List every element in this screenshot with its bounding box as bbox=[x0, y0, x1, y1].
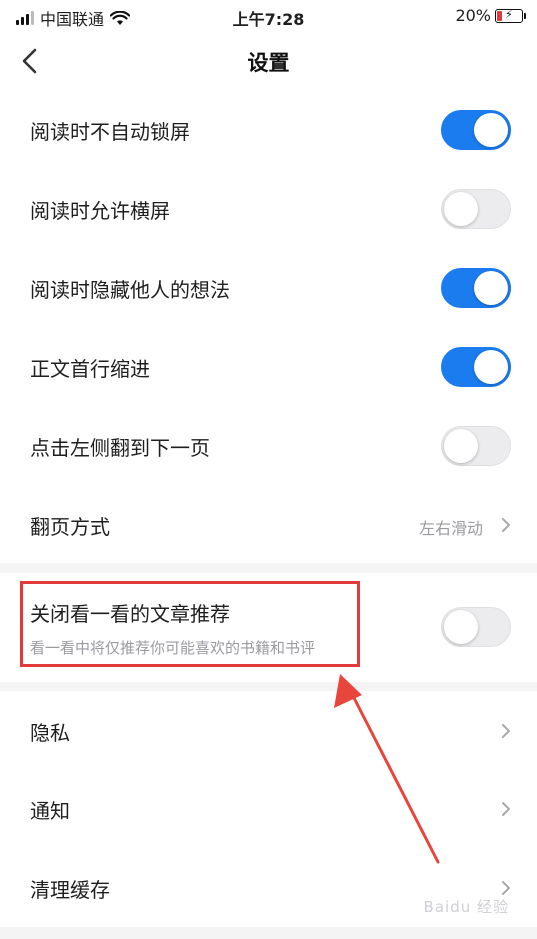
setting-row-privacy[interactable]: 隐私 bbox=[0, 691, 537, 769]
status-right: 20% ⚡ bbox=[455, 6, 526, 25]
setting-row-no-auto-lock: 阅读时不自动锁屏 bbox=[0, 90, 537, 168]
toggle-switch-allow-landscape[interactable] bbox=[441, 189, 511, 229]
setting-label: 点击左侧翻到下一页 bbox=[30, 436, 210, 460]
setting-label: 阅读时隐藏他人的想法 bbox=[30, 278, 230, 302]
chevron-right-icon bbox=[502, 518, 510, 532]
nav-bar: 设置 bbox=[0, 32, 537, 90]
annotation-highlight-box bbox=[20, 581, 360, 667]
setting-label: 通知 bbox=[30, 799, 70, 823]
toggle-knob bbox=[474, 350, 508, 384]
setting-row-allow-landscape: 阅读时允许横屏 bbox=[0, 169, 537, 247]
reading-settings-group: 阅读时不自动锁屏 阅读时允许横屏 阅读时隐藏他人的想法 正文首行缩进 点击左侧翻… bbox=[0, 90, 537, 563]
toggle-switch-left-tap-next[interactable] bbox=[441, 426, 511, 466]
battery-icon: ⚡ bbox=[495, 8, 526, 23]
setting-row-hide-thoughts: 阅读时隐藏他人的想法 bbox=[0, 248, 537, 326]
page-title: 设置 bbox=[247, 51, 290, 75]
battery-percent: 20% bbox=[455, 6, 491, 25]
chevron-right-icon bbox=[502, 802, 510, 816]
toggle-switch-hide-thoughts[interactable] bbox=[441, 268, 511, 308]
setting-row-first-line-indent: 正文首行缩进 bbox=[0, 327, 537, 405]
chevron-right-icon bbox=[502, 724, 510, 738]
more-settings-group: 隐私 通知 清理缓存 bbox=[0, 691, 537, 927]
setting-label: 阅读时不自动锁屏 bbox=[30, 120, 190, 144]
setting-row-left-tap-next: 点击左侧翻到下一页 bbox=[0, 406, 537, 484]
watermark-logo: Baidu 经验 bbox=[423, 898, 509, 916]
setting-row-notifications[interactable]: 通知 bbox=[0, 769, 537, 847]
toggle-knob bbox=[444, 610, 478, 644]
toggle-knob bbox=[474, 113, 508, 147]
toggle-switch-recommend[interactable] bbox=[441, 607, 511, 647]
setting-label: 隐私 bbox=[30, 721, 70, 745]
setting-label: 清理缓存 bbox=[30, 878, 110, 902]
chevron-right-icon bbox=[502, 881, 510, 895]
toggle-knob bbox=[444, 429, 478, 463]
toggle-switch-first-line-indent[interactable] bbox=[441, 347, 511, 387]
toggle-switch-no-auto-lock[interactable] bbox=[441, 110, 511, 150]
setting-label: 阅读时允许横屏 bbox=[30, 199, 170, 223]
status-bar: 中国联通 上午7:28 20% ⚡ bbox=[0, 0, 537, 32]
setting-label: 正文首行缩进 bbox=[30, 357, 150, 381]
toggle-knob bbox=[474, 271, 508, 305]
toggle-knob bbox=[444, 192, 478, 226]
page-turn-value: 左右滑动 bbox=[418, 519, 483, 538]
setting-label: 翻页方式 bbox=[30, 515, 110, 539]
setting-row-page-turn-mode[interactable]: 翻页方式 左右滑动 bbox=[0, 485, 537, 563]
